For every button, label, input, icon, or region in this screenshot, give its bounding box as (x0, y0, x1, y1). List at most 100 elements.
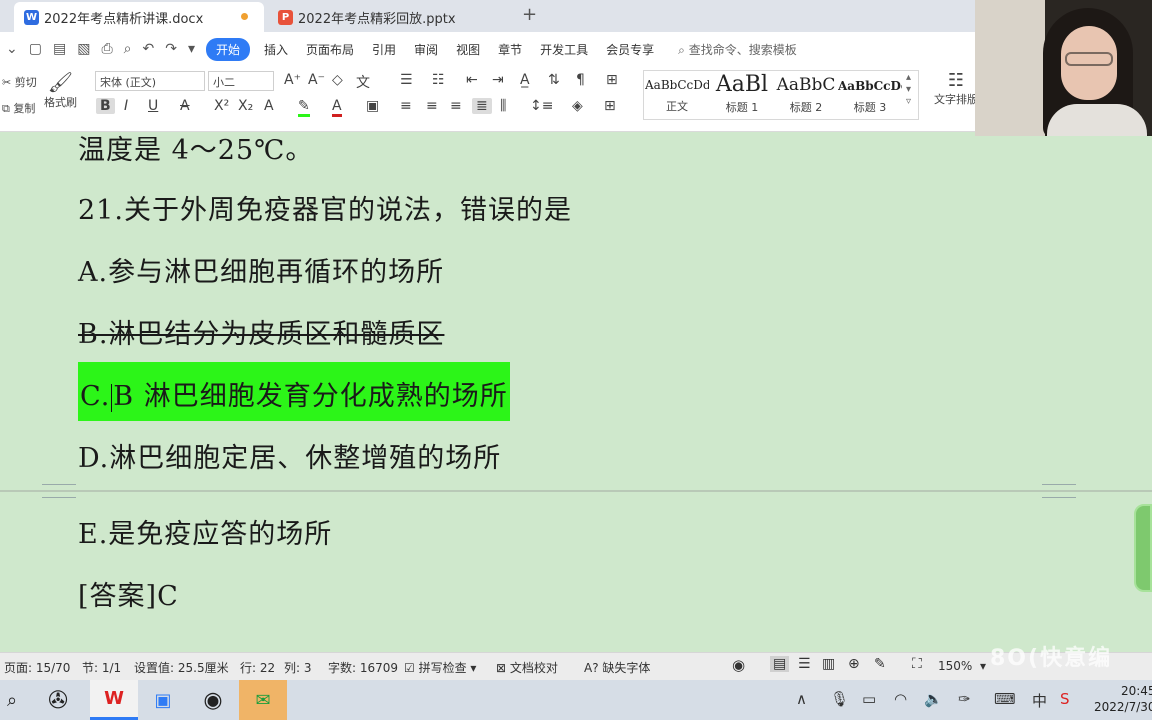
eye-protection-icon[interactable]: ◉ (732, 656, 745, 674)
search-icon[interactable]: ⌕ (0, 680, 24, 720)
new-file-icon[interactable]: ▢ (29, 41, 42, 57)
recorder-icon[interactable]: ◉ (190, 680, 236, 720)
status-words[interactable]: 字数: 16709 (328, 659, 398, 676)
decrease-indent-icon[interactable]: ⇤ (466, 72, 478, 88)
text-layout-button[interactable]: ☷ 文字排版 (934, 70, 978, 107)
font-size-select[interactable]: 小二 (208, 71, 274, 91)
tab-pptx[interactable]: P 2022年考点精彩回放.pptx (268, 2, 514, 32)
menu-view[interactable]: 视图 (456, 41, 480, 58)
bullet-list-icon[interactable]: ☰ (400, 72, 413, 88)
bold-icon[interactable]: B (96, 98, 115, 114)
style-normal[interactable]: AaBbCcDd 正文 (645, 70, 709, 118)
align-center-icon[interactable]: ≡ (426, 98, 438, 114)
wps-taskbar-icon[interactable]: W (90, 680, 138, 720)
superscript-icon[interactable]: X² (214, 98, 229, 114)
text-effect-icon[interactable]: A (264, 98, 274, 114)
menu-sections[interactable]: 章节 (498, 41, 522, 58)
chinese-layout-icon[interactable]: A̲ (520, 72, 530, 88)
align-right-icon[interactable]: ≡ (450, 98, 462, 114)
print-preview-icon[interactable]: ⌕ (124, 41, 132, 57)
reading-view-icon[interactable]: ▥ (822, 656, 835, 672)
borders-icon[interactable]: ⊞ (604, 98, 616, 114)
strikethrough-icon[interactable]: A (180, 98, 190, 114)
shrink-font-icon[interactable]: A⁻ (308, 72, 325, 88)
clear-format-icon[interactable]: ◇ (332, 72, 343, 88)
numbered-list-icon[interactable]: ☷ (432, 72, 445, 88)
menu-insert[interactable]: 插入 (264, 41, 288, 58)
proofread-button[interactable]: ⊠ 文档校对 (496, 659, 558, 676)
style-gallery-scroll[interactable]: ▴ ▾ ▿ (906, 72, 911, 108)
tray-expand-icon[interactable]: ∧ (796, 690, 807, 708)
menu-page-layout[interactable]: 页面布局 (306, 41, 354, 58)
menu-toggle-icon[interactable]: ⌄ (6, 41, 18, 57)
wifi-icon[interactable]: ◠ (894, 690, 907, 708)
format-painter-button[interactable]: 🖌 格式刷 (44, 70, 77, 110)
tab-docx[interactable]: W 2022年考点精析讲课.docx (14, 2, 264, 32)
page-view-icon[interactable]: ▤ (770, 656, 790, 672)
volume-icon[interactable]: 🔈 (924, 690, 943, 708)
window-app-icon[interactable]: ▣ (140, 680, 186, 720)
phonetic-guide-icon[interactable]: 文 (356, 72, 370, 92)
open-file-icon[interactable]: ▤ (53, 41, 66, 57)
clock[interactable]: 20:45 2022/7/30 (1094, 683, 1152, 715)
style-heading-3[interactable]: AaBbCcDc 标题 3 (838, 70, 902, 118)
italic-icon[interactable]: I (124, 98, 128, 114)
new-tab-icon[interactable]: + (522, 4, 537, 25)
proofread-label: 文档校对 (509, 661, 558, 675)
video-watermark: 8O(快意编 (990, 646, 1113, 671)
justify-icon[interactable]: ≣ (472, 98, 492, 114)
style-heading-1-name: 标题 1 (725, 101, 759, 114)
write-mode-icon[interactable]: ✎ (874, 656, 886, 672)
cut-button[interactable]: ✂ 剪切 (2, 74, 37, 90)
pen-icon[interactable]: ✑ (958, 690, 971, 708)
char-border-icon[interactable]: ▣ (366, 98, 379, 114)
outline-view-icon[interactable]: ☰ (798, 656, 811, 672)
side-floating-widget[interactable] (1134, 504, 1152, 592)
style-heading-2[interactable]: AaBbC 标题 2 (774, 70, 838, 118)
show-marks-icon[interactable]: ¶ (576, 72, 585, 88)
increase-indent-icon[interactable]: ⇥ (492, 72, 504, 88)
tab-stops-icon[interactable]: ⊞ (606, 72, 618, 88)
highlight-color-icon[interactable]: ✎ (298, 98, 310, 117)
spellcheck-button[interactable]: ☑ 拼写检查 ▾ (404, 659, 476, 676)
shading-icon[interactable]: ◈ (572, 98, 583, 114)
document-area[interactable]: 温度是 4～25℃。 21.关于外周免疫器官的说法，错误的是 A.参与淋巴细胞再… (0, 132, 1152, 636)
menu-home[interactable]: 开始 (205, 37, 250, 61)
zoom-dropdown-icon[interactable]: ▾ (980, 659, 986, 673)
missing-font-button[interactable]: A? 缺失字体 (584, 659, 650, 676)
app-aperture-icon[interactable]: ✇ (38, 680, 78, 720)
line-spacing-icon[interactable]: ↕≡ (530, 98, 553, 114)
ime-icon[interactable]: 中 (1032, 690, 1047, 711)
font-name-select[interactable]: 宋体 (正文) (95, 71, 205, 91)
redo-icon[interactable]: ↷ (165, 41, 177, 57)
quick-access-more-icon[interactable]: ▾ (188, 41, 195, 57)
print-icon[interactable]: ⎙ (101, 41, 112, 57)
wechat-icon[interactable]: ✉ (239, 680, 287, 720)
style-heading-1[interactable]: AaBl 标题 1 (710, 70, 774, 118)
sogou-icon[interactable]: S (1060, 690, 1070, 708)
export-pdf-icon[interactable]: ▧ (77, 41, 90, 57)
undo-icon[interactable]: ↶ (142, 41, 154, 57)
style-normal-name: 正文 (666, 100, 688, 113)
sort-icon[interactable]: ⇅ (548, 72, 560, 88)
status-page[interactable]: 页面: 15/70 (4, 659, 70, 676)
web-view-icon[interactable]: ⊕ (848, 656, 860, 672)
subscript-icon[interactable]: X₂ (238, 98, 253, 114)
distribute-icon[interactable]: ⫼ (500, 98, 506, 114)
command-search[interactable]: ⌕ 查找命令、搜索模板 (678, 41, 797, 58)
menu-member[interactable]: 会员专享 (606, 41, 654, 58)
battery-icon[interactable]: ▭ (862, 690, 876, 708)
font-color-icon[interactable]: A (332, 98, 342, 117)
copy-button[interactable]: ⧉ 复制 (2, 100, 35, 116)
menu-references[interactable]: 引用 (372, 41, 396, 58)
microphone-icon[interactable]: 🎙 (830, 690, 849, 708)
underline-icon[interactable]: U (148, 98, 158, 114)
zoom-level[interactable]: 150% (938, 659, 972, 673)
align-left-icon[interactable]: ≡ (400, 98, 412, 114)
menu-review[interactable]: 审阅 (414, 41, 438, 58)
tab-bar: W 2022年考点精析讲课.docx P 2022年考点精彩回放.pptx + (0, 0, 975, 32)
keyboard-icon[interactable]: ⌨ (994, 690, 1016, 708)
fit-page-icon[interactable]: ⛶ (912, 656, 922, 672)
grow-font-icon[interactable]: A⁺ (284, 72, 301, 88)
menu-developer[interactable]: 开发工具 (540, 41, 588, 58)
